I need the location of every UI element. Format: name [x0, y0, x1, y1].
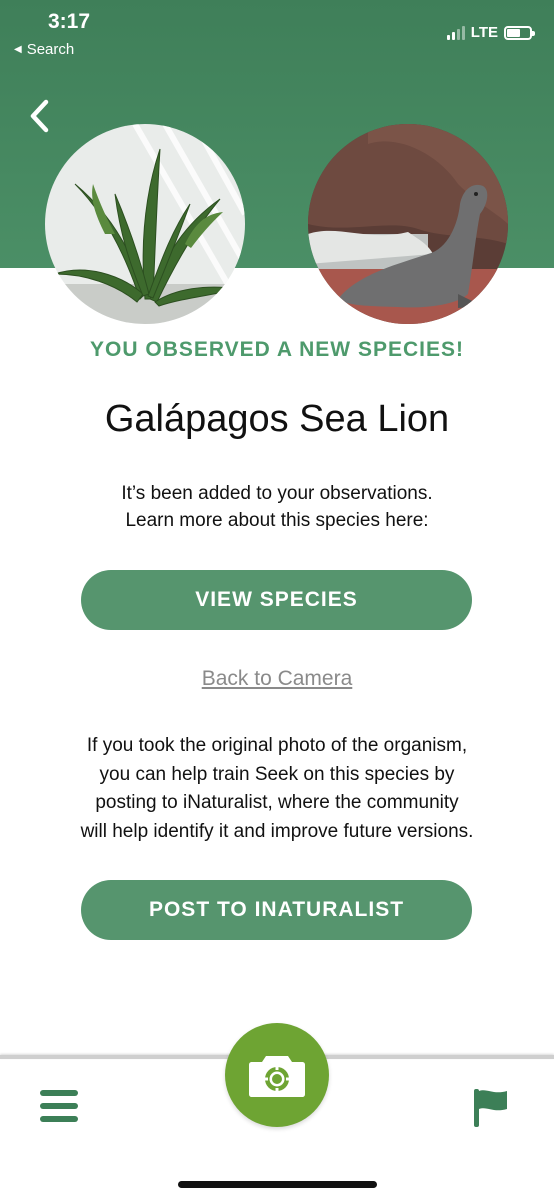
- hamburger-menu-icon[interactable]: [40, 1088, 78, 1124]
- camera-button[interactable]: [225, 1023, 329, 1127]
- plant-photo: [45, 124, 245, 324]
- added-message-line: Learn more about this species here:: [125, 510, 429, 531]
- species-name: Galápagos Sea Lion: [104, 398, 450, 440]
- network-label: LTE: [470, 24, 498, 41]
- camera-icon: [249, 1056, 305, 1097]
- train-message-line: will help identify it and improve future…: [80, 820, 474, 842]
- status-back-to-app[interactable]: ◀ Search: [14, 41, 74, 58]
- back-to-camera-link[interactable]: Back to Camera: [0, 667, 554, 691]
- flag-icon[interactable]: [471, 1087, 509, 1127]
- status-time: 3:17: [48, 10, 91, 33]
- view-species-button[interactable]: VIEW SPECIES: [81, 570, 472, 630]
- added-message-line: It’s been added to your observations.: [121, 483, 433, 504]
- added-message: It’s been added to your observations. Le…: [60, 480, 494, 534]
- sea-lion-photo: [308, 124, 508, 324]
- new-species-heading: YOU OBSERVED A NEW SPECIES!: [90, 338, 464, 361]
- signal-icon: [446, 25, 465, 40]
- home-indicator[interactable]: [178, 1181, 377, 1188]
- back-triangle-icon: ◀: [14, 44, 22, 55]
- battery-icon: [504, 25, 535, 40]
- train-seek-message: If you took the original photo of the or…: [40, 732, 514, 846]
- chevron-left-icon[interactable]: [26, 96, 56, 136]
- train-message-line: you can help train Seek on this species …: [99, 763, 455, 785]
- status-back-label: Search: [26, 41, 75, 58]
- status-indicators: LTE: [446, 24, 535, 41]
- train-message-line: posting to iNaturalist, where the commun…: [95, 792, 459, 813]
- post-to-inaturalist-button[interactable]: POST TO INATURALIST: [81, 880, 472, 940]
- train-message-line: If you took the original photo of the or…: [86, 735, 468, 756]
